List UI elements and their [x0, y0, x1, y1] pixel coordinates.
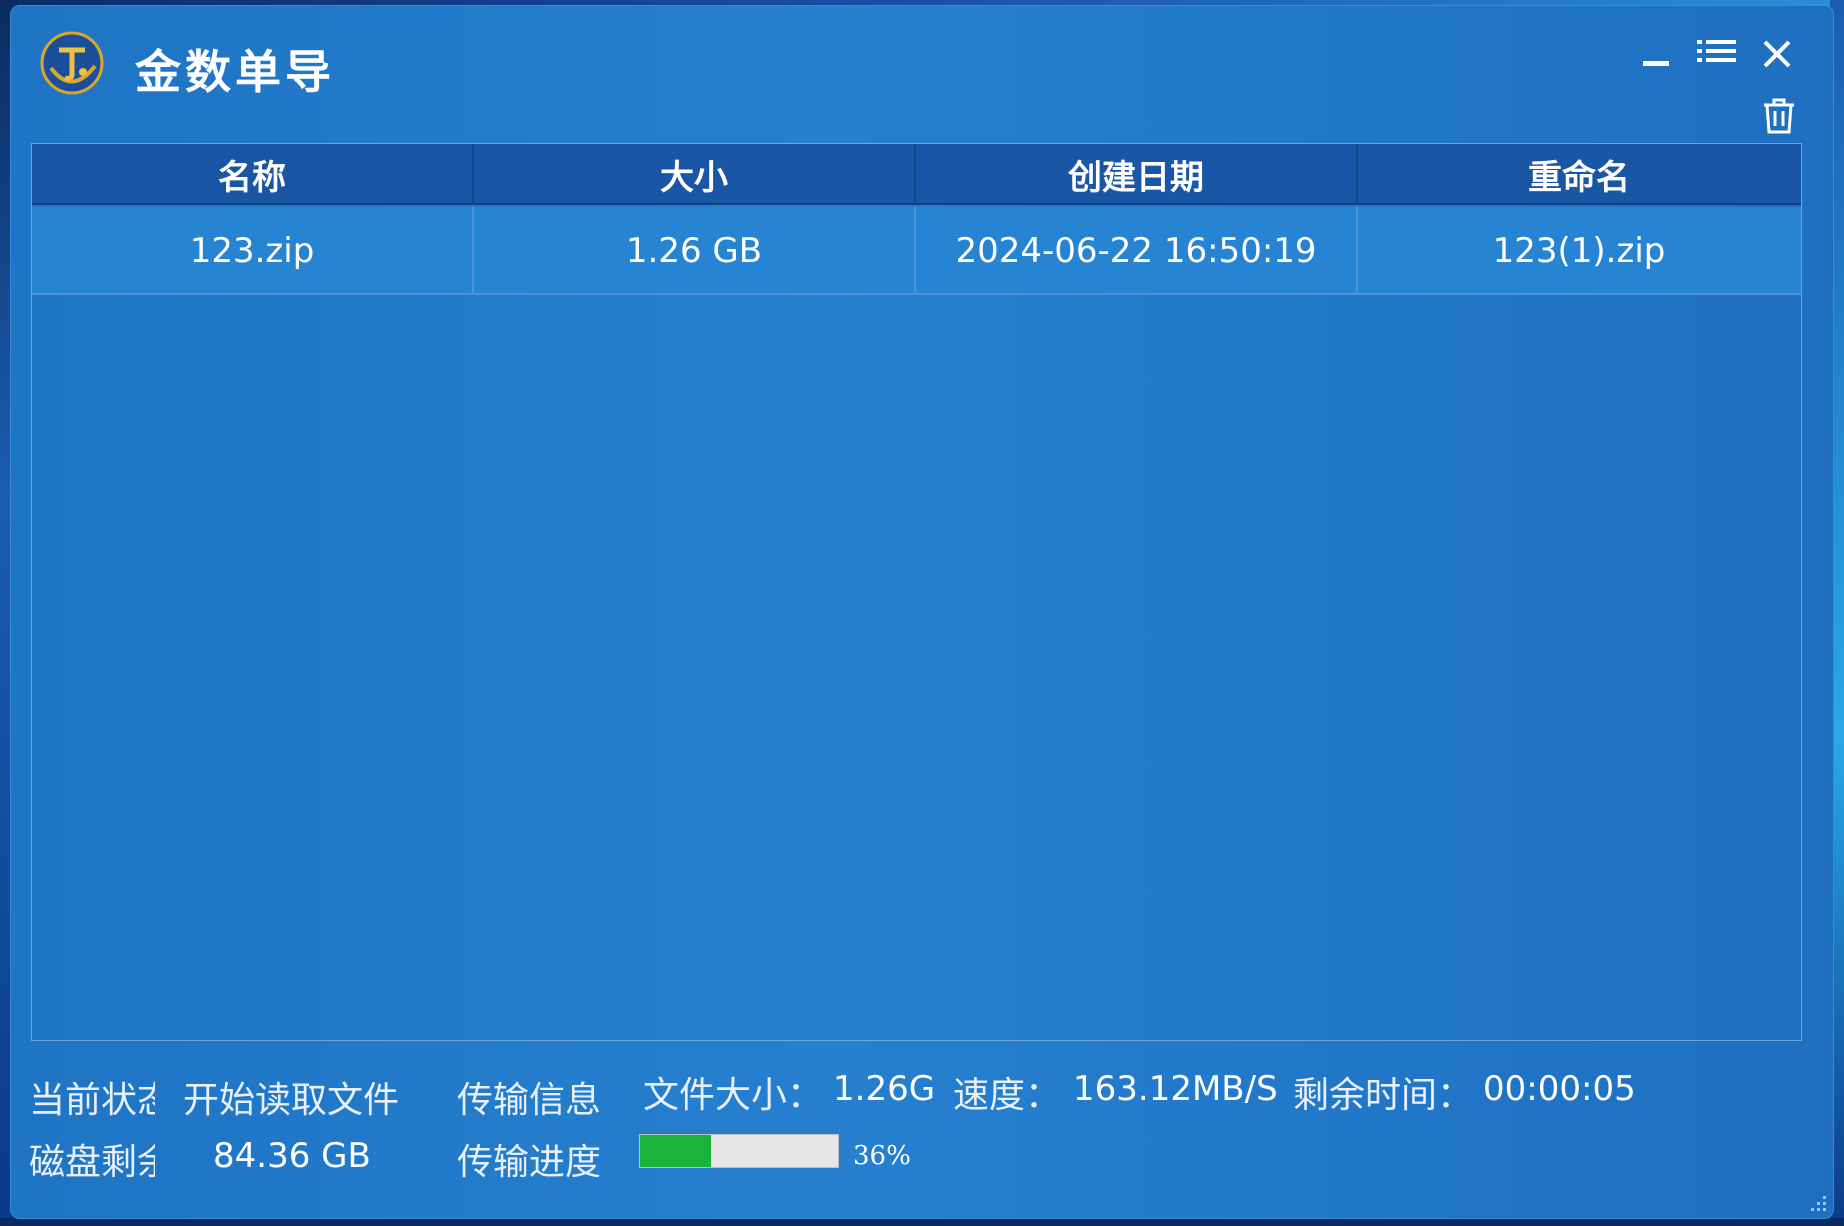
file-size-value: 1.26G [833, 1069, 936, 1109]
disk-remaining-label: 磁盘剩余 [29, 1142, 155, 1183]
minimize-button[interactable] [1636, 36, 1676, 76]
speed-value: 163.12MB/S [1073, 1069, 1278, 1109]
speed-label: 速度： [953, 1075, 1062, 1116]
table-row[interactable]: 123.zip 1.26 GB 2024-06-22 16:50:19 123(… [32, 207, 1801, 295]
disk-remaining-value: 84.36 GB [213, 1136, 371, 1176]
cell-rename[interactable]: 123(1).zip [1358, 207, 1800, 295]
app-window: 金数单导 名称 大小 创建日期 重命名 123.zip 1.26 GB 2024… [10, 5, 1834, 1219]
column-header-rename[interactable]: 重命名 [1358, 144, 1800, 205]
column-header-name[interactable]: 名称 [32, 144, 474, 205]
resize-grip-icon[interactable] [1805, 1190, 1829, 1214]
transfer-progress-bar [639, 1134, 839, 1168]
desktop-background-bottom [0, 1218, 1844, 1226]
close-button[interactable] [1757, 34, 1797, 74]
current-state-value: 开始读取文件 [183, 1080, 400, 1121]
trash-icon [1764, 98, 1794, 134]
column-header-size[interactable]: 大小 [474, 144, 916, 205]
minimize-icon [1643, 61, 1669, 66]
menu-button[interactable] [1697, 34, 1737, 74]
progress-percent-text: 36% [853, 1141, 911, 1171]
title-bar[interactable]: 金数单导 [11, 6, 1833, 136]
app-logo-icon [37, 28, 107, 98]
current-state-label: 当前状态 [29, 1080, 155, 1121]
cell-created-date: 2024-06-22 16:50:19 [916, 207, 1358, 295]
remaining-time-value: 00:00:05 [1483, 1069, 1636, 1109]
cell-file-name: 123.zip [32, 207, 474, 295]
table-header: 名称 大小 创建日期 重命名 [32, 144, 1801, 205]
status-panel: 当前状态 开始读取文件 传输信息 文件大小： 1.26G 速度： 163.12M… [11, 1051, 1833, 1211]
app-title: 金数单导 [135, 45, 335, 99]
delete-button[interactable] [1759, 96, 1799, 136]
column-header-created-date[interactable]: 创建日期 [916, 144, 1358, 205]
transfer-info-label: 传输信息 [457, 1080, 602, 1121]
progress-bar-fill [640, 1135, 712, 1167]
file-size-label: 文件大小： [643, 1075, 824, 1116]
cell-file-size: 1.26 GB [474, 207, 916, 295]
transfer-progress-label: 传输进度 [457, 1142, 602, 1183]
list-menu-icon [1697, 40, 1736, 62]
close-icon [1763, 40, 1791, 68]
remaining-time-label: 剩余时间： [1293, 1075, 1474, 1116]
file-table: 名称 大小 创建日期 重命名 123.zip 1.26 GB 2024-06-2… [31, 143, 1802, 1041]
